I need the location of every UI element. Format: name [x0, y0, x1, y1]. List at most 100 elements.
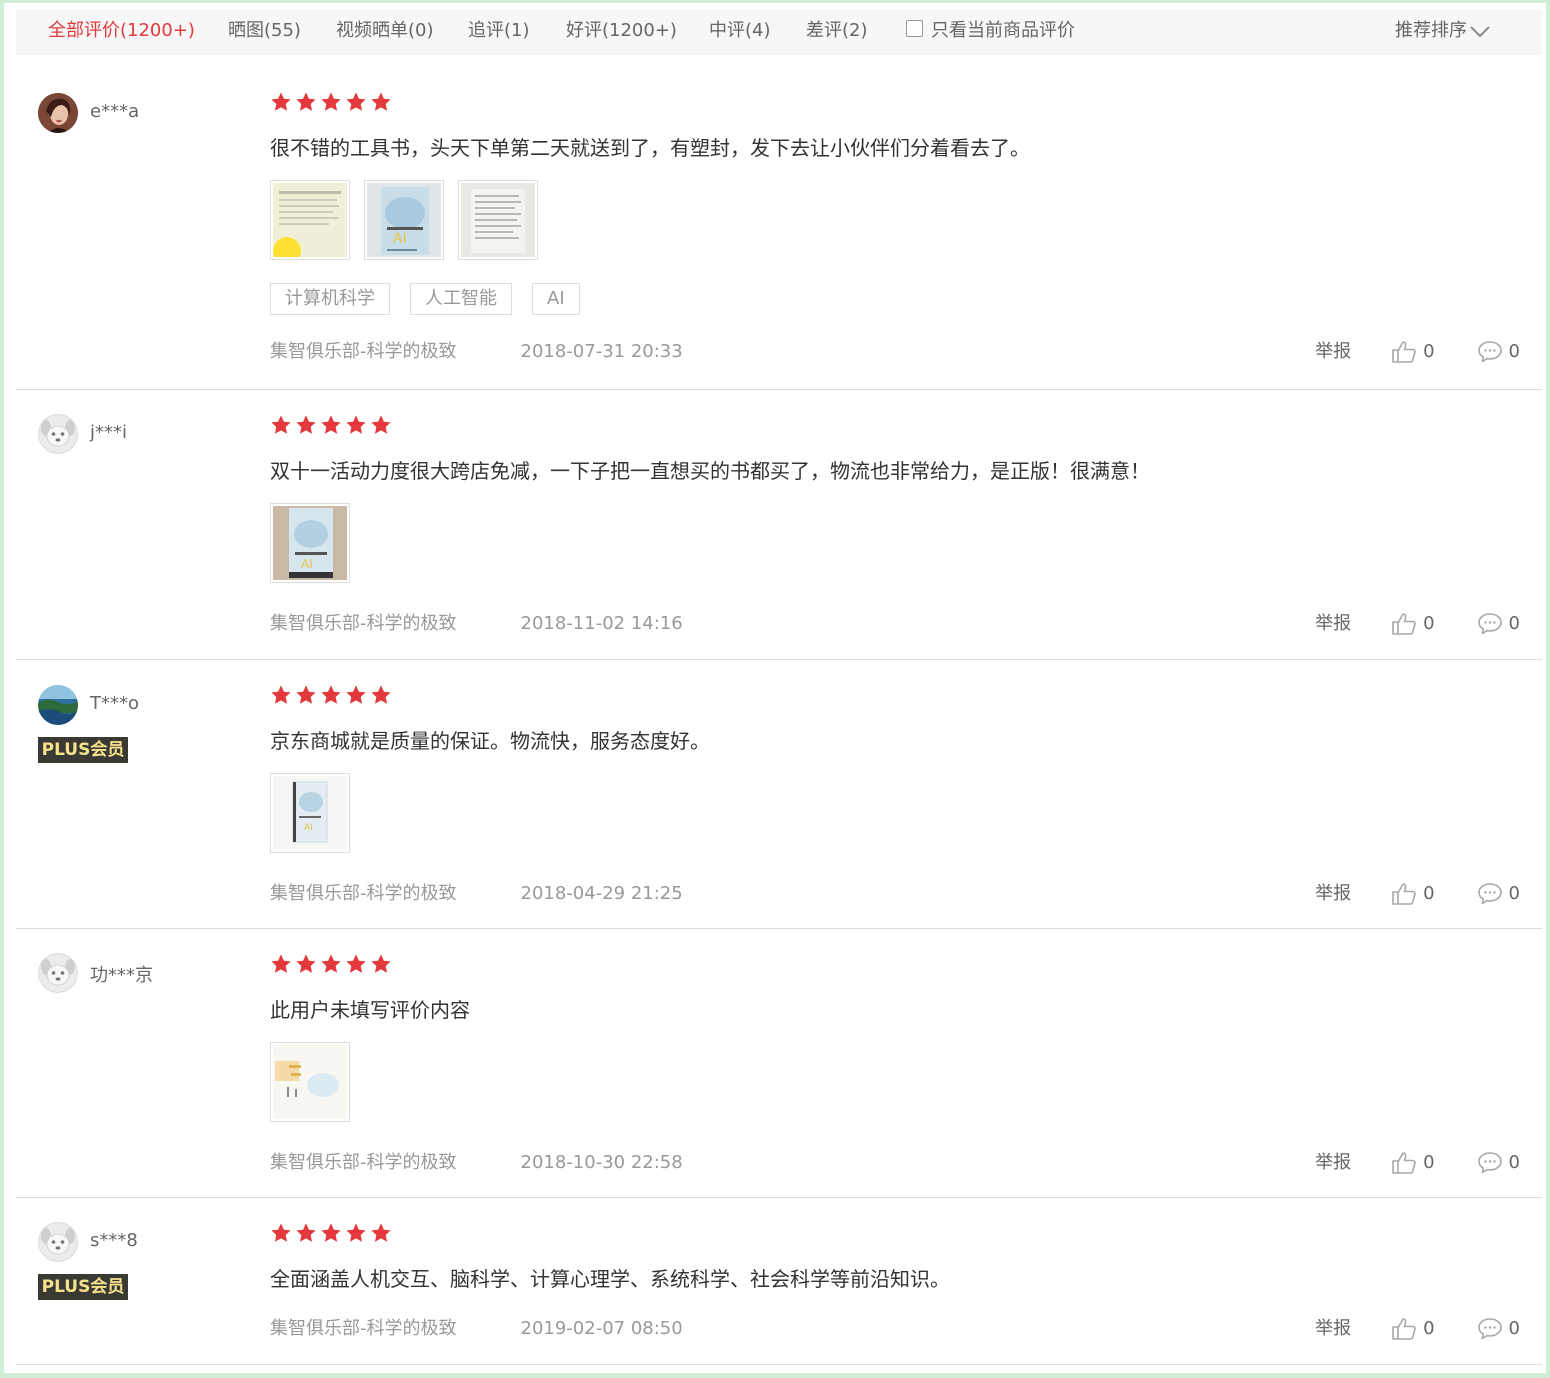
like-count: 0	[1423, 613, 1435, 634]
username: s***8	[90, 1230, 138, 1251]
like-button[interactable]: 0	[1391, 1150, 1435, 1176]
report-button[interactable]: 举报	[1315, 1316, 1351, 1342]
review-meta: 集智俱乐部-科学的极致 2018-04-29 21:25	[270, 881, 683, 907]
store-name: 集智俱乐部-科学的极致	[270, 883, 457, 904]
star-rating	[270, 1222, 1530, 1246]
comment-bubble-icon	[1477, 341, 1502, 363]
review-actions: 举报 0 0	[1315, 339, 1520, 365]
photo-avatar-woman-icon	[38, 93, 78, 133]
book-text-page-photo-icon	[461, 183, 535, 257]
review-content: 京东商城就是质量的保证。物流快，服务态度好。 AI	[270, 684, 1530, 853]
reply-count: 0	[1508, 341, 1520, 362]
review-images: AI	[270, 503, 1530, 583]
thumbs-up-icon	[1392, 1152, 1416, 1174]
like-button[interactable]: 0	[1391, 1316, 1435, 1342]
star-icon	[296, 685, 316, 704]
star-icon	[271, 92, 291, 111]
like-button[interactable]: 0	[1391, 881, 1435, 907]
reply-button[interactable]: 0	[1477, 1316, 1520, 1342]
tab-all-reviews[interactable]: 全部评价(1200+)	[48, 9, 195, 53]
only-current-checkbox[interactable]	[906, 20, 923, 37]
report-button[interactable]: 举报	[1315, 1150, 1351, 1176]
sort-label: 推荐排序	[1395, 20, 1467, 41]
report-button[interactable]: 举报	[1315, 611, 1351, 637]
thumbs-up-icon	[1392, 613, 1416, 635]
landscape-avatar-icon	[38, 685, 78, 725]
username: T***o	[90, 693, 140, 714]
review-image-thumbnail[interactable]: AI	[270, 503, 350, 583]
like-button[interactable]: 0	[1391, 611, 1435, 637]
user-avatar[interactable]	[38, 685, 78, 725]
review-images	[270, 1042, 1530, 1122]
svg-text:AI: AI	[301, 557, 313, 571]
tab-video-reviews[interactable]: 视频晒单(0)	[336, 9, 434, 53]
comment-bubble-icon	[1477, 1152, 1502, 1174]
chevron-down-icon	[1470, 26, 1490, 38]
tab-neutral-reviews[interactable]: 中评(4)	[709, 9, 771, 53]
star-rating	[270, 953, 1530, 977]
tab-photo-reviews[interactable]: 晒图(55)	[228, 9, 301, 53]
book-cover-photo-icon: AI	[273, 506, 347, 580]
star-icon	[371, 954, 391, 973]
user-avatar[interactable]	[38, 414, 78, 454]
like-count: 0	[1423, 883, 1435, 904]
star-icon	[321, 92, 341, 111]
review-tag[interactable]: 人工智能	[410, 283, 512, 315]
report-button[interactable]: 举报	[1315, 881, 1351, 907]
like-button[interactable]: 0	[1391, 339, 1435, 365]
star-icon	[296, 415, 316, 434]
book-cover-photo-icon: AI	[273, 776, 347, 850]
review-text: 全面涵盖人机交互、脑科学、计算心理学、系统科学、社会科学等前沿知识。	[270, 1267, 950, 1291]
star-icon	[346, 954, 366, 973]
star-icon	[271, 954, 291, 973]
tab-follow-up-reviews[interactable]: 追评(1)	[468, 9, 530, 53]
star-icon	[271, 415, 291, 434]
review-actions: 举报 0 0	[1315, 881, 1520, 907]
star-icon	[271, 685, 291, 704]
review-panel: 全部评价(1200+) 晒图(55) 视频晒单(0) 追评(1) 好评(1200…	[4, 3, 1546, 1373]
review-actions: 举报 0 0	[1315, 611, 1520, 637]
comment-bubble-icon	[1477, 883, 1502, 905]
review-image-thumbnail[interactable]: AI	[270, 773, 350, 853]
tab-positive-reviews[interactable]: 好评(1200+)	[566, 9, 677, 53]
review-item: j***i 双十一活动力度很大跨店免减，一下子把一直想买的书都买了，物流也非常给…	[16, 390, 1542, 660]
review-date: 2018-11-02 14:16	[520, 613, 683, 634]
star-icon	[346, 415, 366, 434]
review-images: AI	[270, 180, 1530, 260]
username: e***a	[90, 101, 140, 122]
review-image-thumbnail[interactable]	[270, 180, 350, 260]
review-meta: 集智俱乐部-科学的极致 2018-07-31 20:33	[270, 339, 683, 365]
user-avatar[interactable]	[38, 93, 78, 133]
reply-button[interactable]: 0	[1477, 1150, 1520, 1176]
reply-button[interactable]: 0	[1477, 611, 1520, 637]
review-images: AI	[270, 773, 1530, 853]
user-avatar[interactable]	[38, 953, 78, 993]
star-icon	[321, 685, 341, 704]
review-actions: 举报 0 0	[1315, 1150, 1520, 1176]
review-meta: 集智俱乐部-科学的极致 2018-10-30 22:58	[270, 1150, 683, 1176]
star-icon	[346, 1223, 366, 1242]
plus-member-badge: PLUS会员	[38, 737, 128, 763]
review-tag[interactable]: 计算机科学	[270, 283, 390, 315]
default-dog-avatar-icon	[38, 414, 78, 454]
review-image-thumbnail[interactable]: AI	[364, 180, 444, 260]
review-image-thumbnail[interactable]	[458, 180, 538, 260]
star-icon	[321, 415, 341, 434]
review-tag[interactable]: AI	[532, 283, 580, 315]
sort-dropdown[interactable]: 推荐排序	[1395, 9, 1490, 53]
star-icon	[296, 954, 316, 973]
tab-negative-reviews[interactable]: 差评(2)	[806, 9, 868, 53]
review-text: 双十一活动力度很大跨店免减，一下子把一直想买的书都买了，物流也非常给力，是正版！…	[270, 459, 1150, 483]
only-current-label: 只看当前商品评价	[931, 20, 1075, 41]
user-avatar[interactable]	[38, 1222, 78, 1262]
review-meta: 集智俱乐部-科学的极致 2018-11-02 14:16	[270, 611, 683, 637]
review-content: 双十一活动力度很大跨店免减，一下子把一直想买的书都买了，物流也非常给力，是正版！…	[270, 414, 1530, 583]
reply-button[interactable]: 0	[1477, 339, 1520, 365]
star-icon	[296, 1223, 316, 1242]
reply-button[interactable]: 0	[1477, 881, 1520, 907]
star-icon	[371, 1223, 391, 1242]
review-image-thumbnail[interactable]	[270, 1042, 350, 1122]
review-date: 2018-10-30 22:58	[520, 1152, 683, 1173]
only-current-product-toggle[interactable]: 只看当前商品评价	[906, 9, 1075, 53]
report-button[interactable]: 举报	[1315, 339, 1351, 365]
